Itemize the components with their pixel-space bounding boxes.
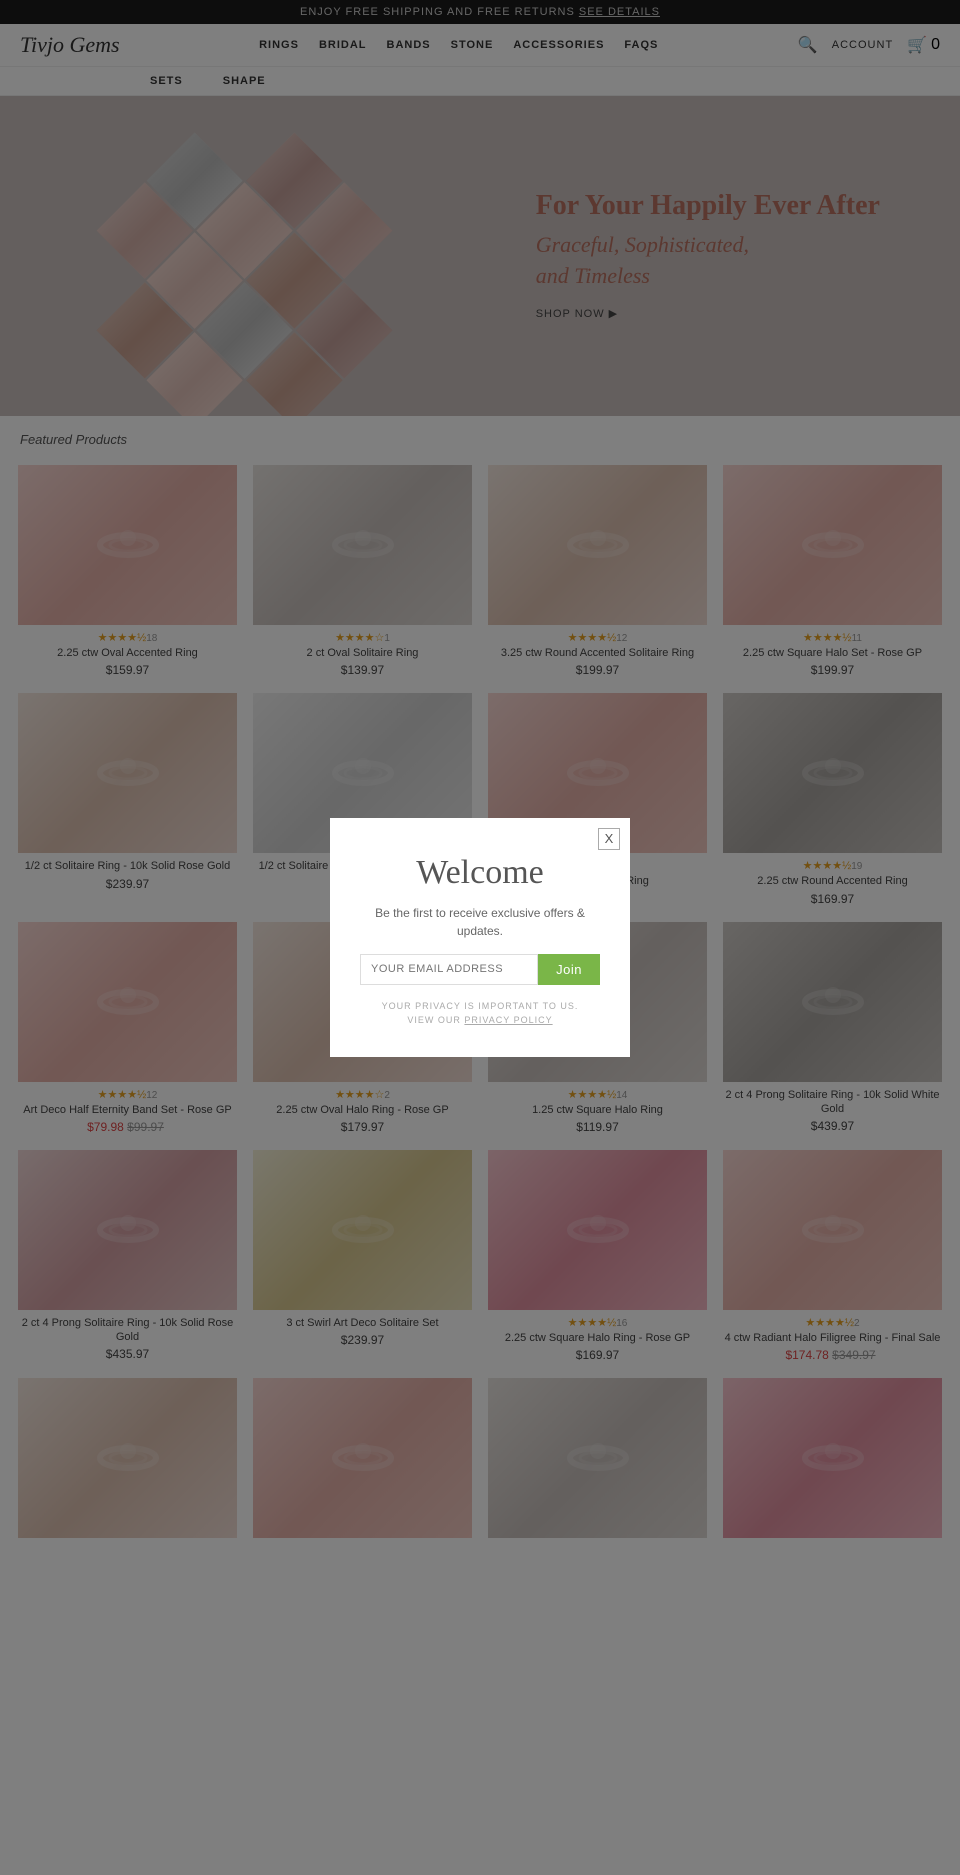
modal-close-button[interactable]: X	[598, 828, 620, 850]
email-input[interactable]	[360, 954, 538, 985]
modal-body: Be the first to receive exclusive offers…	[360, 904, 600, 940]
privacy-policy-link[interactable]: PRIVACY POLICY	[464, 1015, 552, 1025]
modal-form: Join	[360, 954, 600, 985]
modal-privacy: YOUR PRIVACY IS IMPORTANT TO US. VIEW OU…	[360, 999, 600, 1028]
join-button[interactable]: Join	[538, 954, 600, 985]
modal-title: Welcome	[360, 854, 600, 892]
modal-overlay[interactable]: X Welcome Be the first to receive exclus…	[0, 0, 960, 1875]
modal: X Welcome Be the first to receive exclus…	[330, 818, 630, 1058]
